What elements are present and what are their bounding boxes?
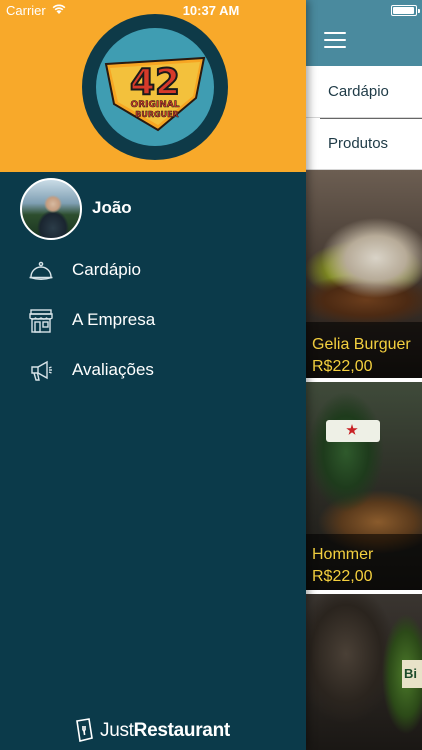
status-bar: Carrier 10:37 AM <box>0 0 422 20</box>
drawer-header: 42 ORIGINAL BURGUER <box>0 0 306 172</box>
storefront-icon <box>29 309 53 333</box>
menu-item-avaliacoes[interactable]: Avaliações <box>0 348 306 394</box>
side-drawer: 42 ORIGINAL BURGUER João Cardápio A Empr… <box>0 0 306 750</box>
menu-item-a-empresa[interactable]: A Empresa <box>0 298 306 344</box>
logo-line1: ORIGINAL <box>131 100 180 110</box>
product-card[interactable]: Bi <box>306 594 422 750</box>
clock: 10:37 AM <box>182 3 240 18</box>
menu-item-cardapio[interactable]: Cardápio <box>0 248 306 294</box>
bottle-label-image: Bi <box>402 660 422 688</box>
restaurant-menu-icon <box>76 718 93 742</box>
logo-badge: 42 ORIGINAL BURGUER <box>96 28 214 146</box>
product-card[interactable]: Hommer R$22,00 <box>306 382 422 590</box>
product-price: R$22,00 <box>312 358 373 375</box>
brand-name-light: Just <box>100 720 134 741</box>
menu-item-label: A Empresa <box>72 310 156 329</box>
product-name: Gelia Burguer <box>312 336 411 353</box>
tab-label: Cardápio <box>328 83 389 100</box>
avatar[interactable] <box>20 178 82 240</box>
tab-cardapio[interactable]: Cardápio <box>306 66 422 118</box>
hamburger-menu-icon[interactable] <box>324 30 346 50</box>
brand-name-bold: Restaurant <box>133 720 231 741</box>
megaphone-icon <box>31 360 52 381</box>
menu-item-label: Avaliações <box>72 360 154 379</box>
logo-number: 42 <box>130 62 180 103</box>
brand-name: JustRestaurant <box>100 720 230 742</box>
restaurant-logo: 42 ORIGINAL BURGUER <box>82 14 228 160</box>
product-price: R$22,00 <box>312 568 373 585</box>
menu-item-label: Cardápio <box>72 260 141 279</box>
tab-produtos[interactable]: Produtos <box>306 118 422 170</box>
footer-brand: JustRestaurant <box>0 714 306 744</box>
product-card[interactable]: Gelia Burguer R$22,00 <box>306 170 422 378</box>
tab-label: Produtos <box>328 135 389 152</box>
product-name: Hommer <box>312 546 374 563</box>
user-name: João <box>92 198 132 217</box>
cloche-icon <box>29 261 53 280</box>
logo-artwork: 42 ORIGINAL BURGUER <box>104 56 206 132</box>
main-content: Cardápio Produtos Gelia Burguer R$22,00 … <box>306 0 422 750</box>
beer-label-image <box>326 420 380 442</box>
logo-line2: BURGUER <box>135 110 178 119</box>
battery-icon <box>391 5 420 16</box>
